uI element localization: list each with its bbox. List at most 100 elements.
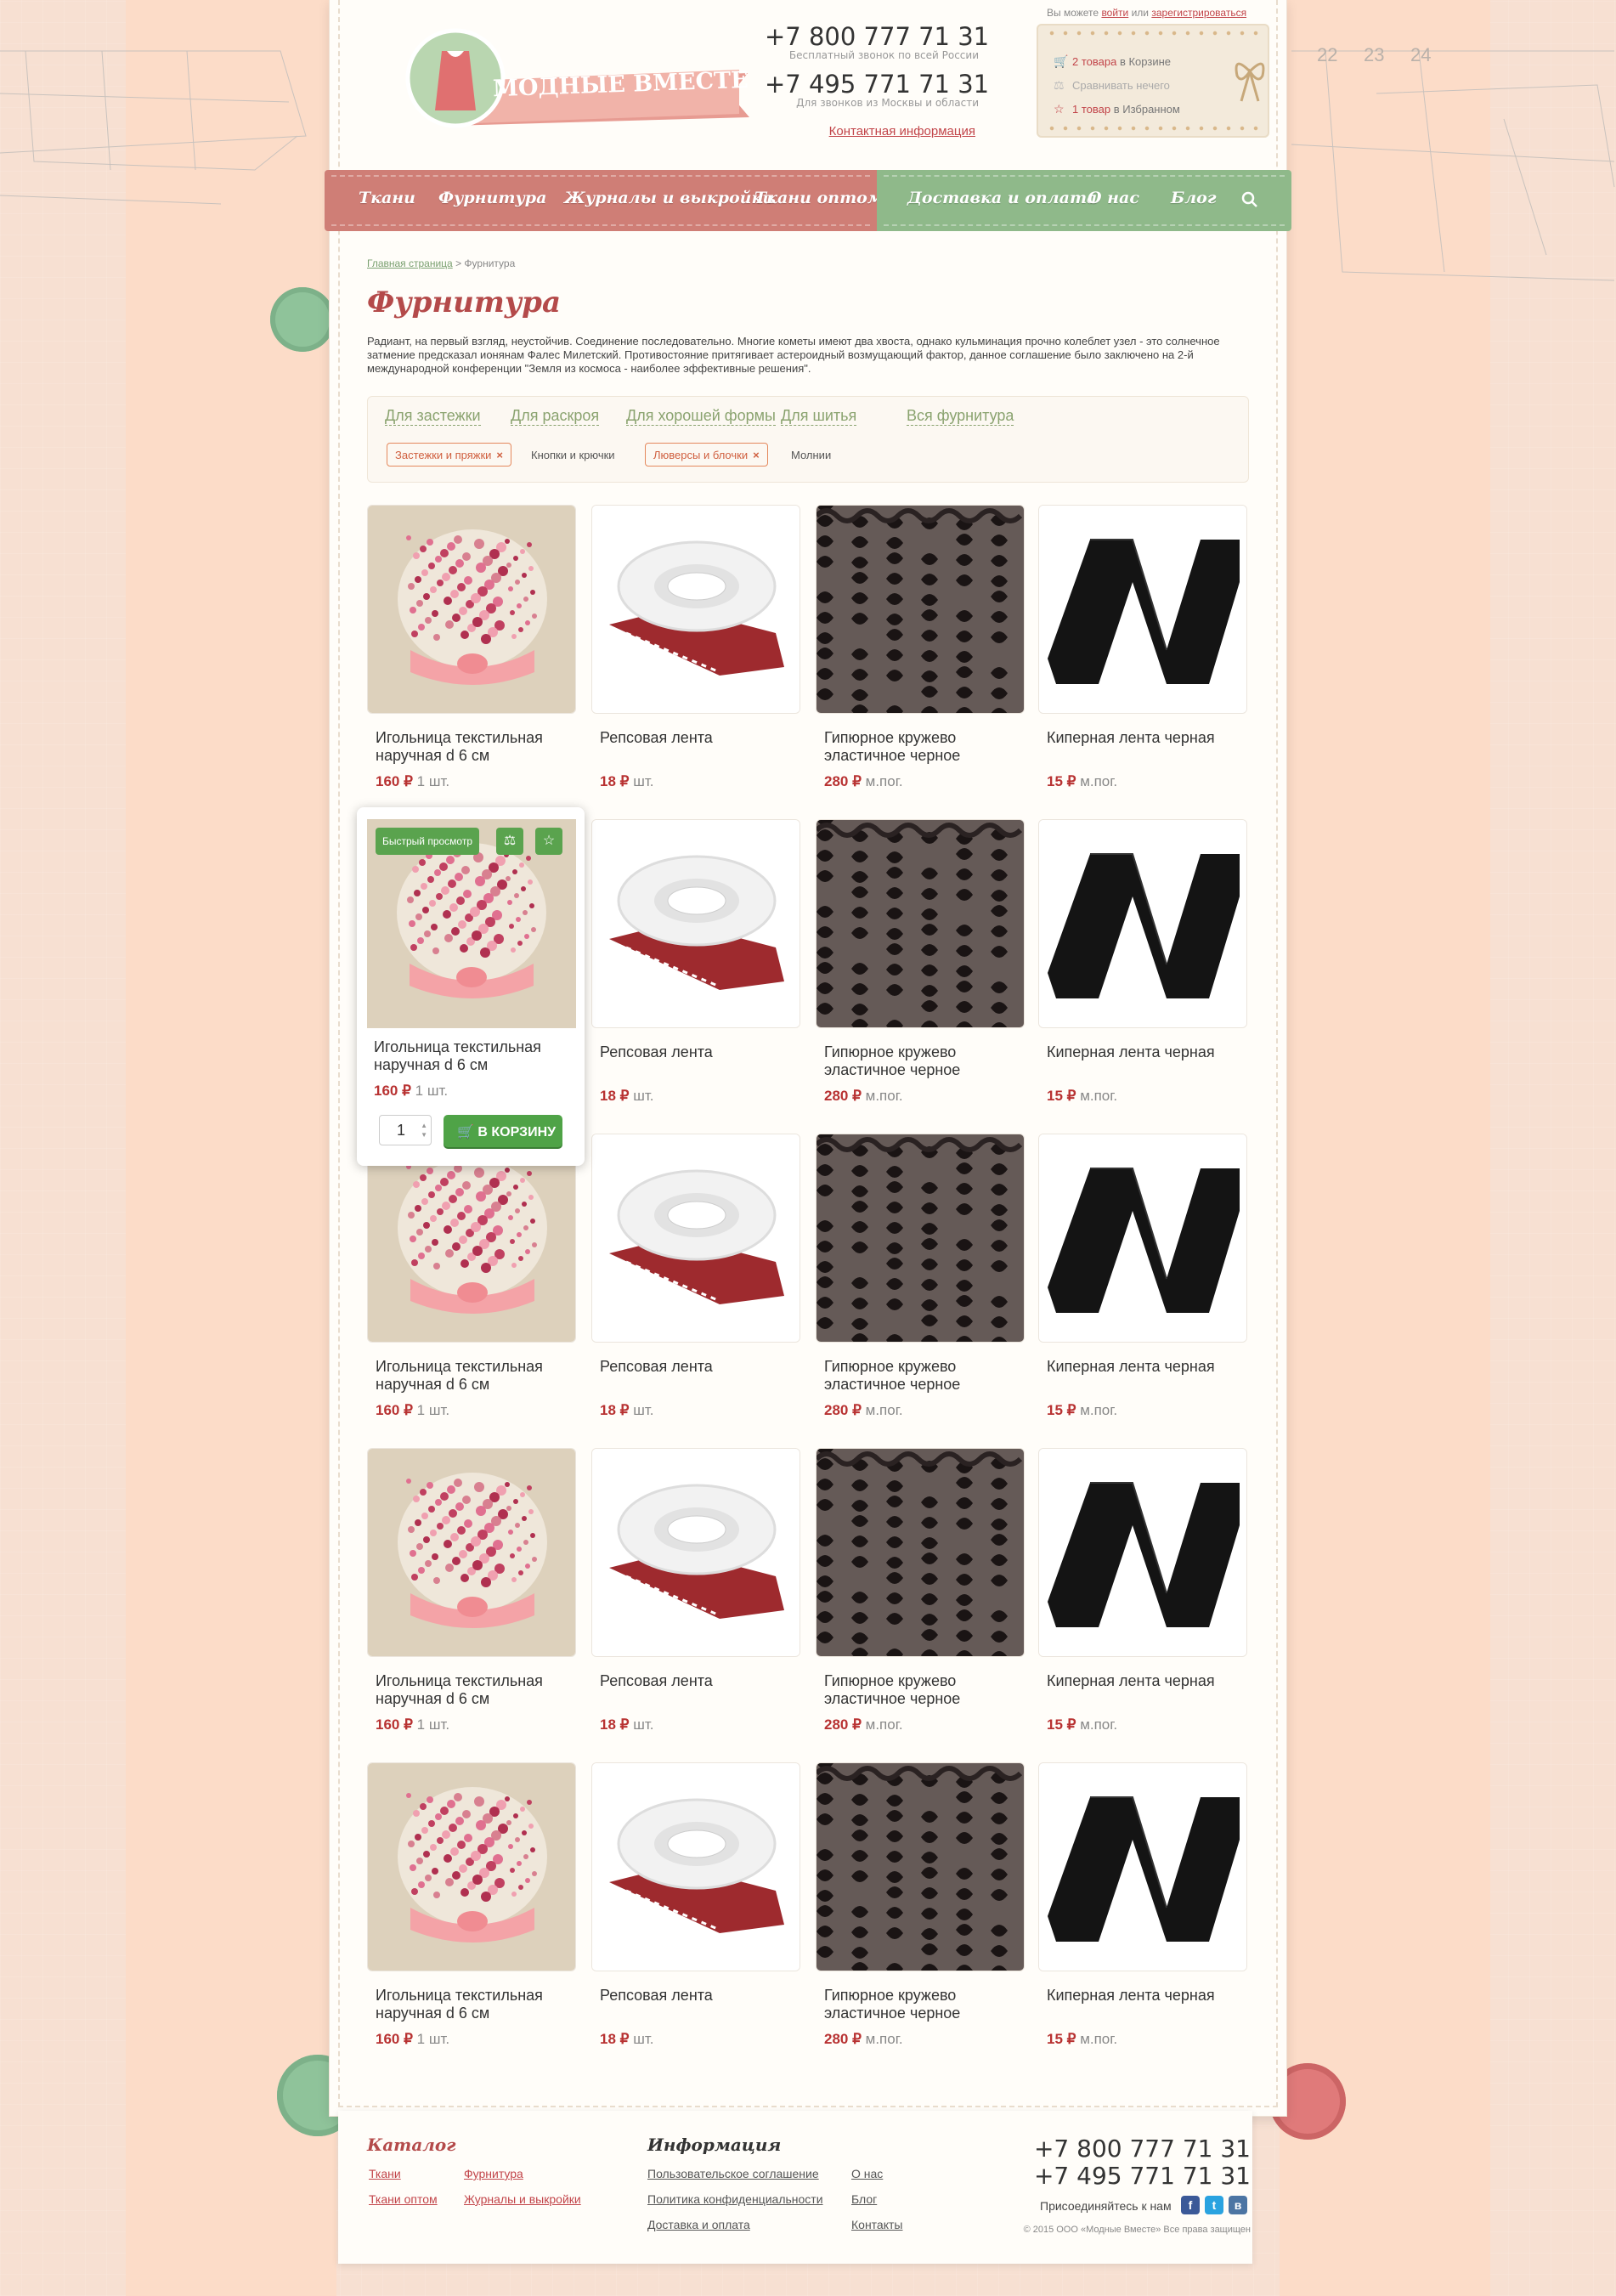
nav-item-delivery[interactable]: Доставка и оплата: [907, 189, 1097, 207]
footer-link[interactable]: Журналы и выкройки: [464, 2192, 581, 2206]
nav-item-blog[interactable]: Блог: [1171, 189, 1217, 207]
product-quick-popup[interactable]: Быстрый просмотр ⚖ ☆ Игольница текстильн…: [357, 807, 585, 1166]
footer-phone[interactable]: +7 495 771 71 31: [1020, 2162, 1251, 2190]
close-icon[interactable]: ×: [496, 449, 503, 461]
nav-item-magazines[interactable]: Журналы и выкройки: [564, 189, 774, 207]
filter-tab-all[interactable]: Вся фурнитура: [907, 407, 1014, 426]
product-card[interactable]: Киперная лента черная 15 ₽ м.пог.: [1038, 1134, 1247, 1418]
footer-link[interactable]: Контакты: [851, 2218, 902, 2231]
product-name[interactable]: Игольница текстильная наручная d 6 см: [376, 1987, 571, 2022]
product-image[interactable]: [1038, 819, 1247, 1028]
product-name[interactable]: Киперная лента черная: [1047, 1672, 1242, 1690]
nav-item-hardware[interactable]: Фурнитура: [438, 189, 546, 207]
product-image[interactable]: [1038, 505, 1247, 714]
footer-link[interactable]: Ткани оптом: [369, 2192, 438, 2206]
cart-link[interactable]: 🛒 2 товара в Корзине: [1054, 54, 1171, 69]
product-card[interactable]: Гипюрное кружево эластичное черное 280 ₽…: [816, 1134, 1025, 1418]
product-card[interactable]: Игольница текстильная наручная d 6 см 16…: [367, 1134, 576, 1418]
product-image[interactable]: [591, 1762, 800, 1971]
filter-chip-active[interactable]: Застежки и пряжки ×: [387, 443, 512, 467]
product-image[interactable]: [367, 505, 576, 714]
facebook-icon[interactable]: f: [1181, 2196, 1200, 2214]
filter-tab-shape[interactable]: Для хорошей формы: [626, 407, 776, 426]
product-name[interactable]: Игольница текстильная наручная d 6 см: [376, 1358, 571, 1394]
product-image[interactable]: [591, 505, 800, 714]
product-card[interactable]: Киперная лента черная 15 ₽ м.пог.: [1038, 1762, 1247, 2047]
product-name[interactable]: Репсовая лента: [600, 1987, 795, 2005]
footer-link[interactable]: Доставка и оплата: [647, 2218, 750, 2231]
twitter-icon[interactable]: t: [1205, 2196, 1223, 2214]
product-name[interactable]: Гипюрное кружево эластичное черное: [824, 729, 1020, 765]
close-icon[interactable]: ×: [753, 449, 760, 461]
filter-chip[interactable]: Кнопки и крючки: [531, 449, 615, 461]
footer-link[interactable]: Политика конфиденциальности: [647, 2192, 823, 2206]
filter-chip[interactable]: Молнии: [791, 449, 831, 461]
add-to-cart-button[interactable]: 🛒 В КОРЗИНУ: [444, 1115, 562, 1147]
product-image[interactable]: [816, 1448, 1025, 1657]
search-icon[interactable]: [1240, 190, 1259, 209]
nav-item-about[interactable]: О нас: [1088, 189, 1139, 207]
product-card[interactable]: Гипюрное кружево эластичное черное 280 ₽…: [816, 505, 1025, 789]
compare-link[interactable]: ⚖ Сравнивать нечего: [1054, 78, 1170, 93]
favorites-link[interactable]: ☆ 1 товар в Избранном: [1054, 102, 1180, 116]
nav-item-wholesale[interactable]: Ткани оптом: [754, 189, 883, 207]
product-card[interactable]: Игольница текстильная наручная d 6 см 16…: [367, 505, 576, 789]
product-card[interactable]: Репсовая лента 18 ₽ шт.: [591, 1134, 800, 1418]
star-icon[interactable]: ☆: [535, 828, 562, 855]
product-card[interactable]: Киперная лента черная 15 ₽ м.пог.: [1038, 819, 1247, 1104]
product-card[interactable]: Репсовая лента 18 ₽ шт.: [591, 819, 800, 1104]
product-name[interactable]: Киперная лента черная: [1047, 1043, 1242, 1061]
product-image[interactable]: [816, 819, 1025, 1028]
footer-link[interactable]: Фурнитура: [464, 2167, 523, 2180]
product-name[interactable]: Репсовая лента: [600, 1358, 795, 1376]
stepper-arrows-icon[interactable]: ▲ ▼: [421, 1121, 427, 1140]
contact-info-link[interactable]: Контактная информация: [816, 124, 975, 139]
product-name[interactable]: Киперная лента черная: [1047, 729, 1242, 747]
quick-view-button[interactable]: Быстрый просмотр: [376, 828, 480, 855]
filter-tab-fastening[interactable]: Для застежки: [385, 407, 481, 426]
product-name[interactable]: Репсовая лента: [600, 1672, 795, 1690]
product-card[interactable]: Игольница текстильная наручная d 6 см 16…: [367, 1762, 576, 2047]
quantity-stepper[interactable]: 1 ▲ ▼: [379, 1115, 432, 1145]
product-card[interactable]: Гипюрное кружево эластичное черное 280 ₽…: [816, 1448, 1025, 1733]
product-name[interactable]: Гипюрное кружево эластичное черное: [824, 1358, 1020, 1394]
product-image[interactable]: [367, 1448, 576, 1657]
product-name[interactable]: Гипюрное кружево эластичное черное: [824, 1043, 1020, 1079]
phone-number[interactable]: +7 800 777 71 31: [765, 22, 989, 51]
product-image[interactable]: [591, 1134, 800, 1343]
footer-link[interactable]: Блог: [851, 2192, 877, 2206]
nav-item-fabrics[interactable]: Ткани: [359, 189, 415, 207]
product-name[interactable]: Киперная лента черная: [1047, 1987, 1242, 2005]
product-card[interactable]: Игольница текстильная наручная d 6 см 16…: [367, 1448, 576, 1733]
product-card[interactable]: Репсовая лента 18 ₽ шт.: [591, 1448, 800, 1733]
product-name[interactable]: Гипюрное кружево эластичное черное: [824, 1672, 1020, 1708]
compare-icon[interactable]: ⚖: [496, 828, 523, 855]
product-image[interactable]: [816, 1134, 1025, 1343]
register-link[interactable]: зарегистрироваться: [1151, 7, 1246, 19]
logo[interactable]: МОДНЫЕ ВМЕСТЕ: [399, 25, 756, 144]
product-name[interactable]: Игольница текстильная наручная d 6 см: [374, 1038, 569, 1074]
footer-link[interactable]: О нас: [851, 2167, 883, 2180]
product-image[interactable]: [1038, 1134, 1247, 1343]
product-image[interactable]: [591, 1448, 800, 1657]
product-name[interactable]: Репсовая лента: [600, 729, 795, 747]
product-name[interactable]: Игольница текстильная наручная d 6 см: [376, 1672, 571, 1708]
product-card[interactable]: Гипюрное кружево эластичное черное 280 ₽…: [816, 819, 1025, 1104]
product-name[interactable]: Киперная лента черная: [1047, 1358, 1242, 1376]
footer-phone[interactable]: +7 800 777 71 31: [1020, 2135, 1251, 2163]
product-card[interactable]: Репсовая лента 18 ₽ шт.: [591, 1762, 800, 2047]
product-card[interactable]: Гипюрное кружево эластичное черное 280 ₽…: [816, 1762, 1025, 2047]
filter-tab-sewing[interactable]: Для шитья: [781, 407, 857, 426]
product-name[interactable]: Гипюрное кружево эластичное черное: [824, 1987, 1020, 2022]
product-image[interactable]: [367, 1762, 576, 1971]
product-image[interactable]: [1038, 1762, 1247, 1971]
product-card[interactable]: Киперная лента черная 15 ₽ м.пог.: [1038, 1448, 1247, 1733]
login-link[interactable]: войти: [1101, 7, 1128, 19]
filter-chip-active[interactable]: Люверсы и блочки ×: [645, 443, 768, 467]
vk-icon[interactable]: в: [1229, 2196, 1247, 2214]
product-name[interactable]: Репсовая лента: [600, 1043, 795, 1061]
product-image[interactable]: [1038, 1448, 1247, 1657]
product-card[interactable]: Киперная лента черная 15 ₽ м.пог.: [1038, 505, 1247, 789]
filter-tab-cutting[interactable]: Для раскроя: [511, 407, 600, 426]
footer-link[interactable]: Пользовательское соглашение: [647, 2167, 819, 2180]
